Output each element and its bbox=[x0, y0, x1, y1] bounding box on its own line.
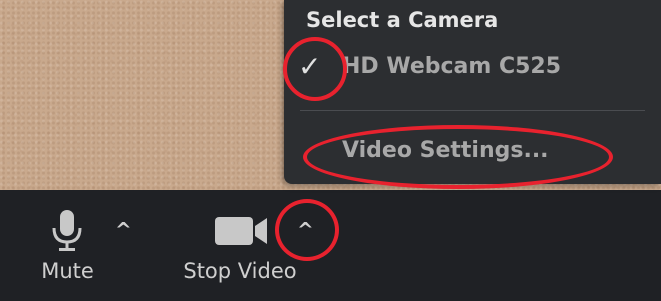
zoom-meeting-window: Mute ^ Stop Video ^ Select a Camera ✓ HD… bbox=[0, 0, 661, 301]
mute-label: Mute bbox=[41, 259, 94, 283]
camera-label: HD Webcam C525 bbox=[342, 54, 562, 79]
menu-divider bbox=[300, 110, 645, 111]
stop-video-button[interactable]: Stop Video bbox=[160, 190, 320, 301]
checkmark-icon: ✓ bbox=[298, 50, 322, 83]
caret-up-icon[interactable]: ^ bbox=[297, 220, 314, 240]
menu-item-camera[interactable]: ✓ HD Webcam C525 bbox=[284, 48, 661, 88]
microphone-icon bbox=[52, 210, 82, 251]
video-camera-icon bbox=[215, 217, 267, 245]
video-settings-label: Video Settings... bbox=[342, 138, 549, 163]
camera-select-menu: Select a Camera ✓ HD Webcam C525 Video S… bbox=[284, 0, 661, 184]
mute-button[interactable]: Mute bbox=[20, 190, 115, 301]
stop-video-label: Stop Video bbox=[183, 259, 297, 283]
menu-header: Select a Camera bbox=[306, 8, 499, 32]
video-settings-item[interactable]: Video Settings... bbox=[284, 134, 661, 174]
caret-up-icon[interactable]: ^ bbox=[115, 220, 132, 240]
meeting-toolbar: Mute ^ Stop Video ^ bbox=[0, 190, 661, 301]
